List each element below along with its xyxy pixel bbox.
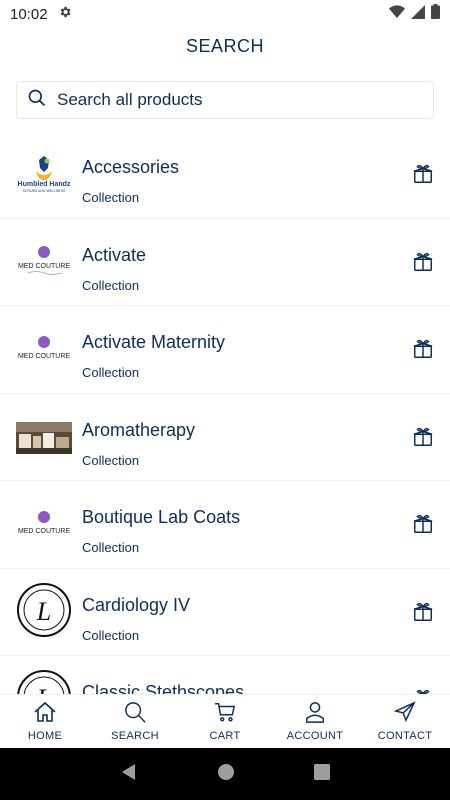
item-name: Cardiology IV (82, 594, 191, 615)
home-circle-icon[interactable] (217, 763, 235, 786)
nav-cart[interactable]: CART (180, 695, 270, 748)
list-item[interactable]: MED COUTURE Activate Collection (0, 219, 450, 306)
search-input[interactable]: Search all products (16, 81, 434, 119)
svg-text:MED COUTURE: MED COUTURE (18, 528, 70, 535)
gift-icon[interactable] (412, 251, 434, 273)
littmann-logo: L (16, 582, 72, 637)
list-item[interactable]: Aromatherapy Collection (0, 394, 450, 481)
signal-icon (411, 4, 425, 24)
aromatherapy-photo (16, 416, 72, 460)
nav-account[interactable]: ACCOUNT (270, 695, 360, 748)
gear-icon (58, 5, 72, 23)
home-icon (33, 701, 57, 728)
item-name: Boutique Lab Coats (82, 507, 241, 527)
item-type: Collection (82, 540, 140, 555)
recents-icon[interactable] (314, 763, 331, 785)
svg-text:SCRUBS AND WELLNESS: SCRUBS AND WELLNESS (23, 189, 66, 193)
list-item[interactable]: MED COUTURE Boutique Lab Coats Collectio… (0, 481, 450, 569)
med-couture-logo: MED COUTURE (16, 503, 72, 547)
user-icon (303, 701, 327, 728)
item-name: Activate Maternity (82, 332, 226, 352)
gift-icon[interactable] (412, 513, 434, 535)
item-type: Collection (82, 365, 140, 380)
battery-icon (431, 4, 440, 24)
list-item[interactable]: Humbled Handz SCRUBS AND WELLNESS Access… (0, 131, 450, 219)
humbled-handz-logo: Humbled Handz SCRUBS AND WELLNESS (16, 153, 72, 197)
system-nav-bar (0, 748, 450, 800)
item-type: Collection (82, 277, 140, 293)
med-couture-logo: MED COUTURE (16, 241, 72, 285)
gift-icon[interactable] (412, 163, 434, 185)
item-type: Collection (82, 190, 140, 205)
svg-text:Humbled Handz: Humbled Handz (18, 181, 71, 188)
littmann-logo: L (16, 670, 72, 694)
item-name: Classic Stethscopes (82, 682, 245, 694)
item-name: Activate (82, 244, 147, 265)
wifi-icon (389, 4, 405, 24)
svg-text:MED COUTURE: MED COUTURE (18, 263, 70, 270)
nav-cart-label: CART (209, 730, 241, 742)
gift-icon[interactable] (412, 601, 434, 623)
nav-home-label: HOME (27, 730, 63, 742)
item-name: Accessories (82, 157, 180, 177)
nav-contact[interactable]: CONTACT (360, 695, 450, 748)
gift-icon[interactable] (412, 426, 434, 448)
med-couture-logo: MED COUTURE (16, 328, 72, 372)
send-icon (393, 701, 417, 728)
svg-text:L: L (36, 597, 51, 626)
page-title: SEARCH (185, 36, 264, 56)
svg-text:L: L (36, 684, 51, 694)
nav-account-label: ACCOUNT (286, 730, 344, 742)
nav-home[interactable]: HOME (0, 695, 90, 748)
list-item[interactable]: L Cardiology IV Collection (0, 569, 450, 656)
gift-icon[interactable] (412, 338, 434, 360)
nav-search[interactable]: SEARCH (90, 695, 180, 748)
item-type: Collection (82, 452, 140, 468)
nav-contact-label: CONTACT (377, 730, 433, 742)
cart-icon (213, 701, 237, 728)
nav-search-label: SEARCH (111, 730, 159, 742)
item-type: Collection (82, 627, 140, 643)
search-icon (27, 88, 47, 113)
svg-text:MED COUTURE: MED COUTURE (18, 353, 70, 360)
status-time: 10:02 (10, 5, 48, 23)
status-bar: 10:02 (0, 0, 450, 28)
search-icon (123, 701, 147, 728)
back-icon[interactable] (120, 763, 138, 786)
item-name: Aromatherapy (82, 419, 196, 440)
list-item[interactable]: L Classic Stethscopes Collection (0, 656, 450, 694)
list-item[interactable]: MED COUTURE Activate Maternity Collectio… (0, 306, 450, 394)
bottom-nav: HOME SEARCH CART ACCOUNT CONTACT (0, 694, 450, 748)
search-placeholder: Search all products (57, 90, 203, 109)
collection-list: Humbled Handz SCRUBS AND WELLNESS Access… (0, 131, 450, 694)
